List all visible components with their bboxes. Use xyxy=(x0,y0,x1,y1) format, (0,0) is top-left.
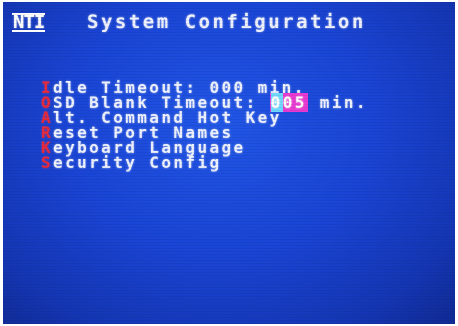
config-menu: Idle Timeout: 000 min. OSD Blank Timeout… xyxy=(41,80,368,172)
monitor-bezel: NTI System Configuration Idle Timeout: 0… xyxy=(0,0,458,326)
timeout-value: 05 xyxy=(282,93,307,112)
osd-screen: NTI System Configuration Idle Timeout: 0… xyxy=(3,2,455,324)
unit-label: min. xyxy=(307,93,368,112)
page-title: System Configuration xyxy=(87,11,366,33)
nti-logo: NTI xyxy=(12,11,45,33)
menu-item-security-config[interactable]: Security Config xyxy=(41,153,368,172)
hotkey-letter: S xyxy=(41,153,54,172)
menu-item-label: ecurity Config xyxy=(53,153,222,172)
